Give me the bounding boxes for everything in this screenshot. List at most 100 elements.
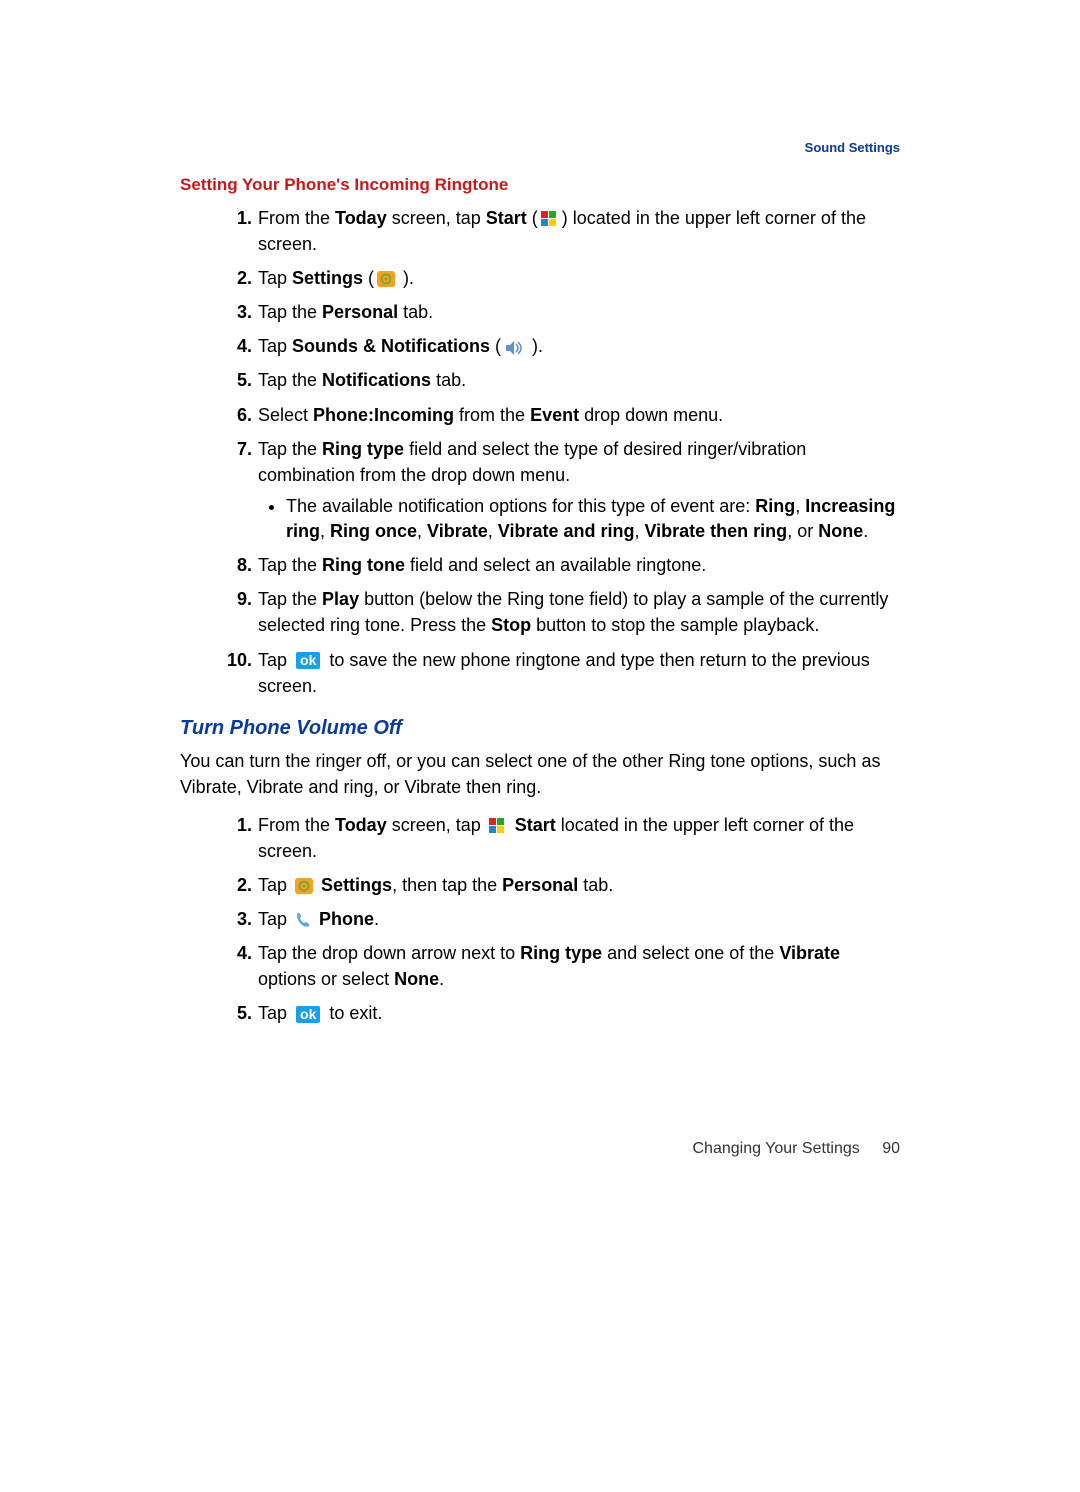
bullet-item: The available notification options for t… — [286, 494, 900, 544]
step-item: 6. Select Phone:Incoming from the Event … — [228, 402, 900, 428]
step-number: 2. — [224, 265, 252, 291]
step-number: 8. — [224, 552, 252, 578]
text-bold: Today — [335, 815, 387, 835]
text-bold: Event — [530, 405, 579, 425]
heading-turn-volume-off: Turn Phone Volume Off — [180, 717, 900, 740]
text: ). — [398, 268, 414, 288]
text: drop down menu. — [579, 405, 723, 425]
page-number: 90 — [882, 1140, 900, 1157]
text-bold: None — [818, 521, 863, 541]
text: screen, tap — [387, 208, 486, 228]
text: , or — [787, 521, 818, 541]
text-bold: Sounds & Notifications — [292, 336, 490, 356]
text: , then tap the — [392, 875, 502, 895]
text-bold: Ring — [755, 496, 795, 516]
text-bold: Stop — [491, 615, 531, 635]
text: to save the new phone ringtone and type … — [258, 650, 870, 696]
step-item: 4. Tap Sounds & Notifications ( ). — [228, 333, 900, 359]
text-bold: None — [394, 969, 439, 989]
text: , — [634, 521, 644, 541]
text: Select — [258, 405, 313, 425]
step-number: 3. — [224, 906, 252, 932]
text: Tap the — [258, 439, 322, 459]
text: , — [320, 521, 330, 541]
steps-turn-volume-off: 1. From the Today screen, tap Start loca… — [228, 812, 900, 1027]
text-bold: Vibrate and ring — [498, 521, 635, 541]
step-number: 5. — [224, 367, 252, 393]
text: tab. — [431, 370, 466, 390]
text-bold: Vibrate — [779, 943, 840, 963]
text-bold: Start — [515, 815, 556, 835]
step-item: 1. From the Today screen, tap Start loca… — [228, 812, 900, 864]
step-number: 1. — [224, 205, 252, 231]
text: ( — [527, 208, 538, 228]
section-header: Sound Settings — [180, 140, 900, 155]
text: tab. — [398, 302, 433, 322]
text: Tap — [258, 909, 292, 929]
text-bold: Today — [335, 208, 387, 228]
text: button to stop the sample playback. — [531, 615, 819, 635]
paragraph: You can turn the ringer off, or you can … — [180, 748, 900, 800]
chapter-name: Changing Your Settings — [693, 1140, 860, 1157]
step-item: 5. Tap ok to exit. — [228, 1000, 900, 1026]
step-number: 10. — [224, 647, 252, 673]
text-bold: Personal — [502, 875, 578, 895]
step-item: 10. Tap ok to save the new phone rington… — [228, 647, 900, 699]
text: Tap — [258, 268, 292, 288]
text: , — [488, 521, 498, 541]
text: Tap the — [258, 555, 322, 575]
text: ). — [527, 336, 543, 356]
step-number: 9. — [224, 586, 252, 612]
step-item: 2. Tap Settings, then tap the Personal t… — [228, 872, 900, 898]
text: . — [863, 521, 868, 541]
step-item: 1. From the Today screen, tap Start () l… — [228, 205, 900, 257]
text: . — [439, 969, 444, 989]
text-bold: Phone — [319, 909, 374, 929]
text: Tap the — [258, 370, 322, 390]
step-number: 6. — [224, 402, 252, 428]
text: options or select — [258, 969, 394, 989]
text: Tap — [258, 875, 292, 895]
text-bold: Vibrate then ring — [644, 521, 787, 541]
text-bold: Start — [486, 208, 527, 228]
sounds-speaker-icon — [503, 339, 525, 357]
step-item: 8. Tap the Ring tone field and select an… — [228, 552, 900, 578]
step-number: 2. — [224, 872, 252, 898]
text: From the — [258, 815, 335, 835]
text-bold: Ring type — [520, 943, 602, 963]
step-number: 4. — [224, 940, 252, 966]
text: Tap — [258, 336, 292, 356]
step-number: 7. — [224, 436, 252, 462]
text-bold: Notifications — [322, 370, 431, 390]
text-bold: Play — [322, 589, 359, 609]
text: to exit. — [324, 1003, 382, 1023]
page-footer: Changing Your Settings 90 — [180, 1140, 900, 1158]
start-flag-icon — [540, 210, 560, 228]
start-flag-icon — [488, 817, 508, 835]
step-number: 3. — [224, 299, 252, 325]
text: Tap the — [258, 302, 322, 322]
step-number: 4. — [224, 333, 252, 359]
text-bold: Ring once — [330, 521, 417, 541]
settings-gear-icon — [376, 270, 396, 288]
ok-badge-icon: ok — [296, 652, 320, 669]
text: and select one of the — [602, 943, 779, 963]
step-item: 3. Tap Phone. — [228, 906, 900, 932]
step-item: 2. Tap Settings ( ). — [228, 265, 900, 291]
step-number: 5. — [224, 1000, 252, 1026]
step-item: 7. Tap the Ring type field and select th… — [228, 436, 900, 545]
text-bold: Settings — [292, 268, 363, 288]
page-content: Sound Settings Setting Your Phone's Inco… — [180, 140, 900, 1035]
text: The available notification options for t… — [286, 496, 755, 516]
text: Tap the drop down arrow next to — [258, 943, 520, 963]
text: screen, tap — [387, 815, 486, 835]
text: tab. — [578, 875, 613, 895]
ok-badge-icon: ok — [296, 1006, 320, 1023]
step-item: 9. Tap the Play button (below the Ring t… — [228, 586, 900, 638]
step-item: 3. Tap the Personal tab. — [228, 299, 900, 325]
text: from the — [454, 405, 530, 425]
text: ( — [490, 336, 501, 356]
text: . — [374, 909, 379, 929]
heading-setting-ringtone: Setting Your Phone's Incoming Ringtone — [180, 175, 900, 195]
step-item: 4. Tap the drop down arrow next to Ring … — [228, 940, 900, 992]
